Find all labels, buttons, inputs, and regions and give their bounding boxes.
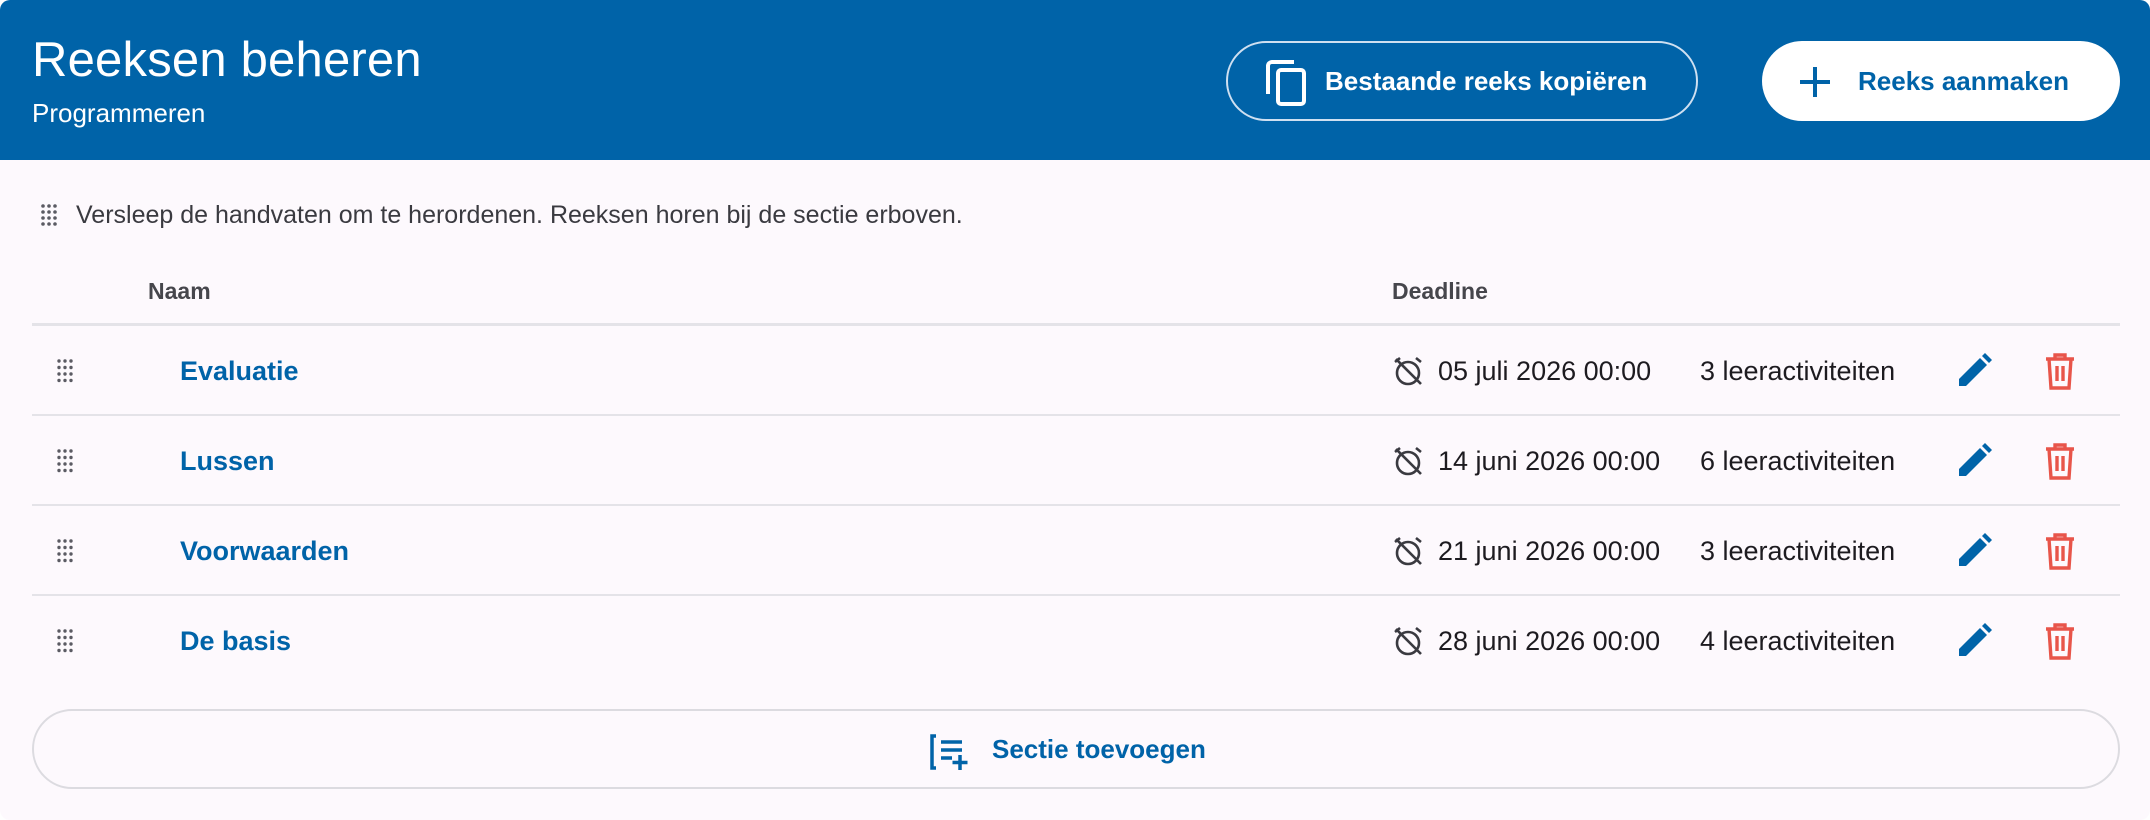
add-section-button[interactable]: Sectie toevoegen xyxy=(32,709,2120,789)
series-activity-count: 4 leeractiviteiten xyxy=(1700,626,1896,656)
reorder-hint: Versleep de handvaten om te herordenen. … xyxy=(40,198,963,232)
alarm-off-icon xyxy=(1394,446,1422,476)
series-list: Evaluatie 05 juli 2026 00:00 3 leeractiv… xyxy=(32,326,2120,686)
alarm-off-icon xyxy=(1394,536,1422,566)
series-name-link[interactable]: Evaluatie xyxy=(180,326,299,416)
table-row: Evaluatie 05 juli 2026 00:00 3 leeractiv… xyxy=(32,326,2120,416)
series-deadline: 28 juni 2026 00:00 xyxy=(1438,626,1661,656)
create-series-label: Reeks aanmaken xyxy=(1858,66,2070,96)
table-row: De basis 28 juni 2026 00:00 4 leeractivi… xyxy=(32,596,2120,686)
alarm-off-icon xyxy=(1394,356,1422,386)
column-header-name: Naam xyxy=(148,278,211,304)
playlist-add-icon xyxy=(930,734,968,770)
copy-existing-series-label: Bestaande reeks kopiëren xyxy=(1325,66,1648,96)
series-deadline: 21 juni 2026 00:00 xyxy=(1438,536,1661,566)
drag-handle-icon[interactable] xyxy=(56,628,74,654)
page-title: Reeksen beheren xyxy=(32,33,422,87)
series-activity-count: 3 leeractiviteiten xyxy=(1700,536,1896,566)
pencil-icon[interactable] xyxy=(1954,621,1994,661)
drag-handle-icon[interactable] xyxy=(56,358,74,384)
pencil-icon[interactable] xyxy=(1954,531,1994,571)
reorder-hint-text: Versleep de handvaten om te herordenen. … xyxy=(76,200,963,229)
drag-handle-icon[interactable] xyxy=(56,448,74,474)
table-row: Lussen 14 juni 2026 00:00 6 leeractivite… xyxy=(32,416,2120,506)
trash-icon[interactable] xyxy=(2040,621,2080,661)
trash-icon[interactable] xyxy=(2040,531,2080,571)
series-deadline: 05 juli 2026 00:00 xyxy=(1438,356,1652,386)
alarm-off-icon xyxy=(1394,626,1422,656)
series-name-link[interactable]: De basis xyxy=(180,596,291,686)
series-deadline: 14 juni 2026 00:00 xyxy=(1438,446,1661,476)
pencil-icon[interactable] xyxy=(1954,351,1994,391)
page-header: Reeksen beheren Programmeren Bestaande r… xyxy=(0,0,2150,160)
series-management-card: Reeksen beheren Programmeren Bestaande r… xyxy=(0,0,2150,820)
table-header: Naam Deadline xyxy=(32,270,2120,326)
series-name-link[interactable]: Lussen xyxy=(180,416,275,506)
course-name: Programmeren xyxy=(32,98,206,128)
trash-icon[interactable] xyxy=(2040,441,2080,481)
table-row: Voorwaarden 21 juni 2026 00:00 3 leeract… xyxy=(32,506,2120,596)
create-series-button[interactable]: Reeks aanmaken xyxy=(1762,41,2120,121)
plus-icon xyxy=(1800,67,1830,97)
series-activity-count: 3 leeractiviteiten xyxy=(1700,356,1896,386)
pencil-icon[interactable] xyxy=(1954,441,1994,481)
add-section-label: Sectie toevoegen xyxy=(992,734,1206,764)
column-header-deadline: Deadline xyxy=(1392,278,1488,304)
trash-icon[interactable] xyxy=(2040,351,2080,391)
content-copy-icon xyxy=(1266,60,1306,106)
copy-existing-series-button[interactable]: Bestaande reeks kopiëren xyxy=(1226,41,1698,121)
drag-handle-icon xyxy=(41,204,57,226)
series-name-link[interactable]: Voorwaarden xyxy=(180,506,349,596)
drag-handle-icon[interactable] xyxy=(56,538,74,564)
series-activity-count: 6 leeractiviteiten xyxy=(1700,446,1896,476)
